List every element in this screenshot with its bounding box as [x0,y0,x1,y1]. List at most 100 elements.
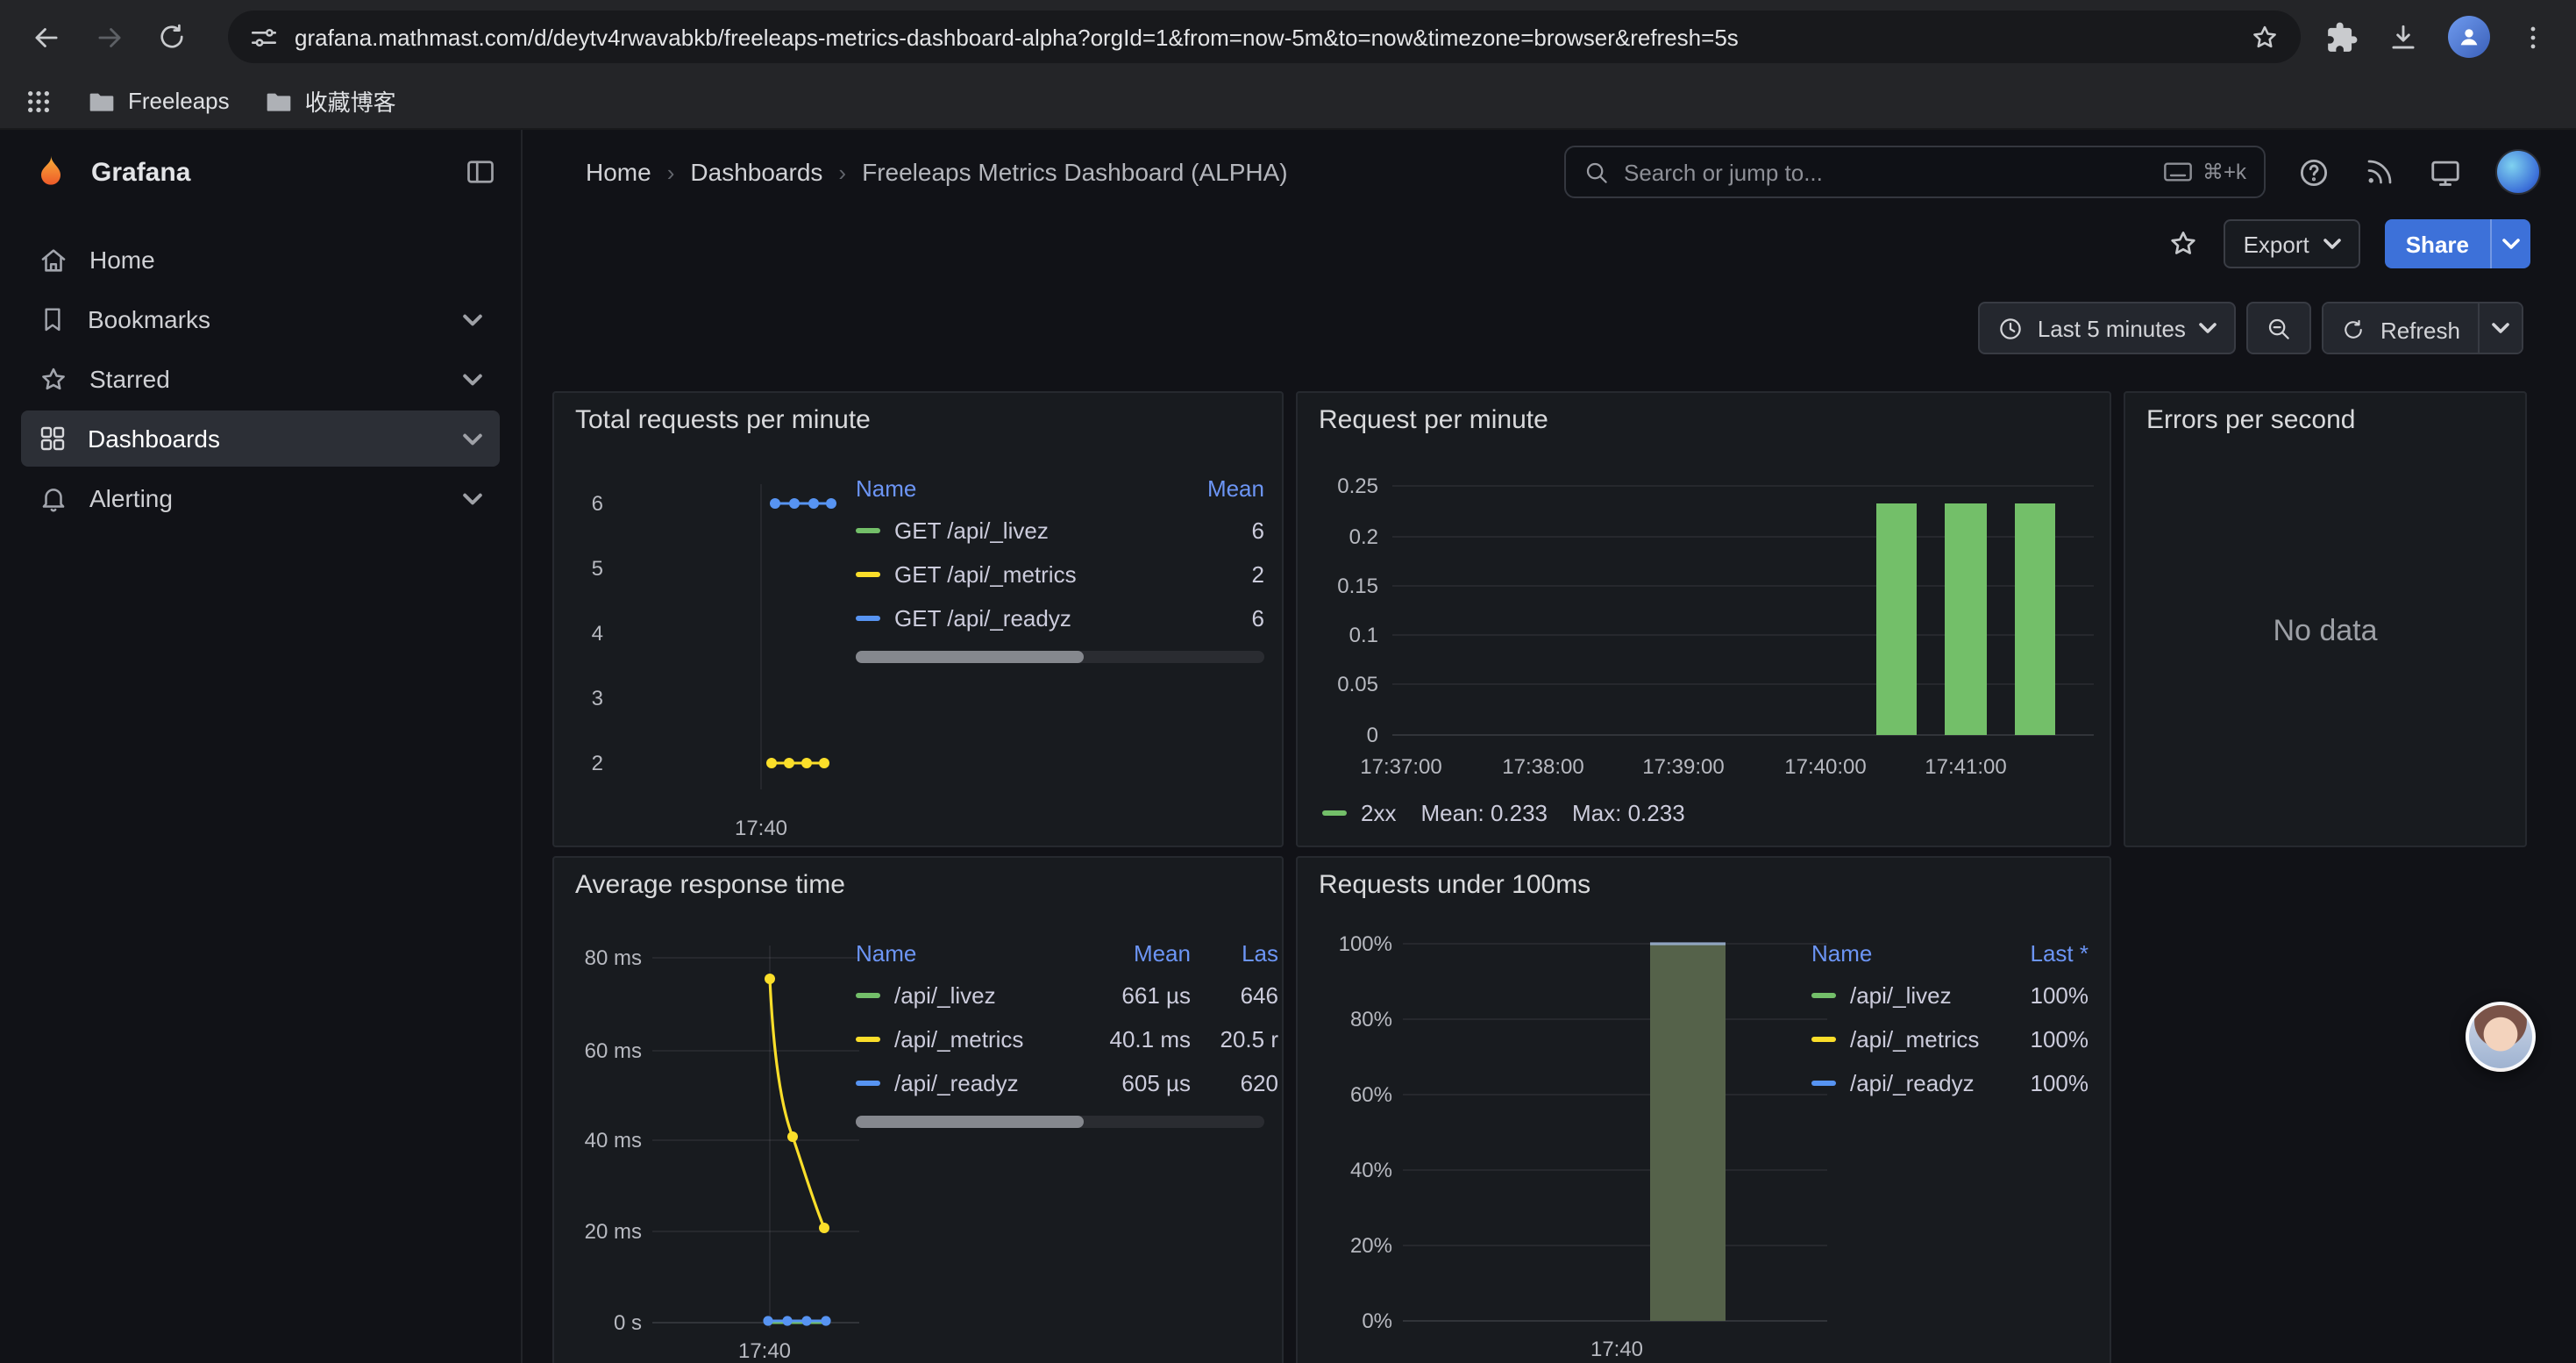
legend-series-name[interactable]: /api/_metrics [1850,1026,1979,1053]
folder-icon [88,87,116,115]
requests-under-100ms-chart[interactable]: 100% 80% 60% 40% 20% 0% 17:40 [1308,921,1834,1363]
legend-col-mean[interactable]: Mean [1180,475,1264,501]
folder-icon [265,87,293,115]
browser-profile-avatar[interactable] [2448,16,2490,58]
rss-icon[interactable] [2364,156,2395,188]
legend-max: Max: 0.233 [1572,800,1685,826]
svg-text:80 ms: 80 ms [585,946,642,970]
star-dashboard-button[interactable] [2168,228,2200,260]
chevron-down-icon[interactable] [463,432,482,445]
refresh-button[interactable]: Refresh [2324,303,2478,354]
chevron-down-icon[interactable] [463,373,482,385]
series-color-icon [856,1081,880,1086]
brand-title: Grafana [91,157,190,187]
panel-total-requests: Total requests per minute 6 5 4 3 2 [552,391,1284,847]
sidebar-item-home[interactable]: Home [21,232,500,288]
avg-response-chart[interactable]: 80 ms 60 ms 40 ms 20 ms 0 s 17:40 [565,921,866,1363]
assistant-avatar[interactable] [2466,1002,2536,1072]
refresh-interval-button[interactable] [2478,303,2522,353]
legend-series-name[interactable]: /api/_metrics [894,1026,1023,1053]
legend-series-name[interactable]: /api/_readyz [894,1070,1019,1096]
legend-series-name[interactable]: /api/_livez [1850,982,1952,1009]
legend-col-mean[interactable]: Mean [1078,939,1191,966]
bookmark-folder-blogs[interactable]: 收藏博客 [265,84,396,118]
legend-series-name[interactable]: GET /api/_metrics [894,561,1077,588]
total-requests-chart[interactable]: 6 5 4 3 2 17:40 [565,456,863,847]
zoom-out-button[interactable] [2247,302,2312,354]
extensions-icon[interactable] [2325,20,2359,54]
search-icon [1583,159,1610,185]
breadcrumb: Home › Dashboards › Freeleaps Metrics Da… [586,158,1288,186]
scrollbar-thumb[interactable] [856,1116,1085,1128]
site-info-icon[interactable] [249,22,279,52]
svg-text:17:40:00: 17:40:00 [1784,755,1866,779]
search-input[interactable] [1624,159,2150,185]
breadcrumb-home[interactable]: Home [586,158,651,186]
legend-scrollbar[interactable] [856,651,1264,663]
downloads-icon[interactable] [2387,20,2420,54]
legend-col-last[interactable]: Las [1191,939,1278,966]
svg-text:0.2: 0.2 [1349,525,1378,549]
share-menu-button[interactable] [2490,219,2530,268]
panel-title[interactable]: Request per minute [1319,405,1548,435]
grafana-logo-icon[interactable] [32,153,70,191]
chevron-down-icon [2502,239,2520,249]
legend-series-name[interactable]: GET /api/_livez [894,517,1049,544]
series-color-icon [1811,1081,1836,1086]
legend-col-name[interactable]: Name [1811,939,1990,966]
chevron-down-icon[interactable] [463,492,482,504]
time-range-picker[interactable]: Last 5 minutes [1978,302,2237,354]
url-input[interactable] [295,24,2234,50]
menu-icon[interactable] [2518,22,2548,52]
grafana-header: Home › Dashboards › Freeleaps Metrics Da… [523,130,2576,214]
reload-button[interactable] [147,12,196,61]
bookmarks-bar: Freeleaps 收藏博客 [0,74,2576,130]
breadcrumb-dashboards[interactable]: Dashboards [690,158,822,186]
help-icon[interactable] [2297,155,2330,189]
legend-value: 2 [1180,561,1264,588]
panel-requests-under-100ms: Requests under 100ms 100% 80% 60% 40% 20… [1296,856,2111,1363]
panel-title[interactable]: Requests under 100ms [1319,870,1590,900]
legend-value: 646 [1191,982,1278,1009]
scrollbar-thumb[interactable] [856,651,1085,663]
monitor-icon[interactable] [2429,155,2462,189]
panel-title[interactable]: Average response time [575,870,845,900]
forward-button[interactable] [84,12,133,61]
user-avatar[interactable] [2495,149,2541,195]
series-color-icon [856,572,880,577]
sidebar-item-dashboards[interactable]: Dashboards [21,410,500,467]
bookmark-icon [39,305,67,333]
svg-text:17:41:00: 17:41:00 [1925,755,2006,779]
legend-series-name[interactable]: 2xx [1361,800,1396,826]
legend-scrollbar[interactable] [856,1116,1264,1128]
sidebar-item-alerting[interactable]: Alerting [21,470,500,526]
back-button[interactable] [21,12,70,61]
sidebar-item-starred[interactable]: Starred [21,351,500,407]
legend-series-name[interactable]: /api/_livez [894,982,996,1009]
back-icon [29,20,62,54]
panel-avg-response-time: Average response time 80 ms 60 ms 40 ms … [552,856,1284,1363]
request-per-minute-chart[interactable]: 0.25 0.2 0.15 0.1 0.05 0 17:37:00 17:38:… [1308,456,2101,800]
legend-col-last[interactable]: Last * [1990,939,2089,966]
legend-series-name[interactable]: GET /api/_readyz [894,605,1071,632]
legend-row: GET /api/_metrics 2 [856,553,1264,596]
sidebar-item-bookmarks[interactable]: Bookmarks [21,291,500,347]
apps-grid-icon[interactable] [25,87,53,115]
address-bar[interactable] [228,11,2301,63]
bookmark-folder-freeleaps[interactable]: Freeleaps [88,87,230,115]
legend-col-name[interactable]: Name [856,939,1078,966]
svg-text:17:37:00: 17:37:00 [1360,755,1441,779]
search-bar[interactable]: ⌘+k [1564,146,2266,198]
legend-col-name[interactable]: Name [856,475,1180,501]
chevron-down-icon[interactable] [463,313,482,325]
legend-row: /api/_readyz 100% [1811,1061,2089,1105]
panel-legend: Name Last * /api/_livez 100% /api/_metri… [1811,931,2089,1105]
collapse-sidebar-button[interactable] [465,156,496,188]
share-button[interactable]: Share [2385,219,2490,268]
legend-value: 6 [1180,605,1264,632]
bookmark-star-icon[interactable] [2250,22,2280,52]
time-controls: Last 5 minutes Refresh [1978,302,2523,354]
panel-title[interactable]: Total requests per minute [575,405,871,435]
export-button[interactable]: Export [2224,219,2360,268]
legend-series-name[interactable]: /api/_readyz [1850,1070,1975,1096]
